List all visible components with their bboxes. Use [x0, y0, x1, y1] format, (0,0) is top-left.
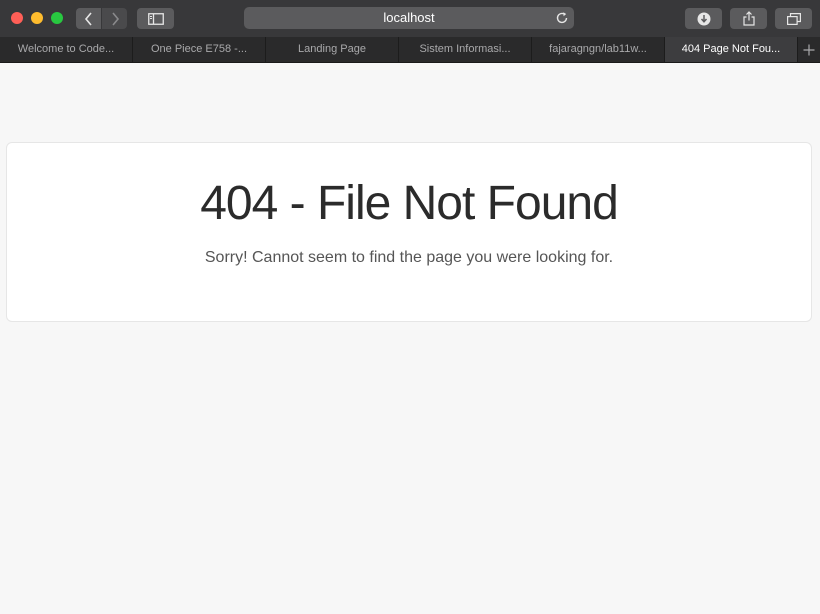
share-icon — [742, 11, 755, 26]
share-button[interactable] — [730, 8, 767, 29]
tab[interactable]: Landing Page — [266, 37, 399, 62]
tabs-icon — [786, 12, 801, 25]
close-window-button[interactable] — [11, 12, 23, 24]
error-card: 404 - File Not Found Sorry! Cannot seem … — [6, 142, 812, 322]
reload-icon[interactable] — [555, 11, 569, 25]
back-button[interactable] — [76, 8, 101, 29]
error-message: Sorry! Cannot seem to find the page you … — [204, 249, 614, 266]
tab-label: One Piece E758 -... — [151, 43, 247, 55]
tab-label: 404 Page Not Fou... — [681, 43, 781, 55]
plus-icon — [803, 44, 815, 55]
chevron-left-icon — [84, 11, 92, 26]
browser-toolbar: localhost — [0, 0, 820, 37]
maximize-window-button[interactable] — [51, 12, 63, 24]
tab[interactable]: One Piece E758 -... — [133, 37, 266, 62]
tab-label: Sistem Informasi... — [419, 43, 511, 55]
chevron-right-icon — [111, 11, 119, 26]
tab-bar: Welcome to Code... One Piece E758 -... L… — [0, 37, 820, 63]
tab-overview-button[interactable] — [775, 8, 812, 29]
tab-label: Welcome to Code... — [17, 43, 115, 55]
new-tab-button[interactable] — [798, 37, 820, 62]
downloads-button[interactable] — [685, 8, 722, 29]
tab[interactable]: Sistem Informasi... — [399, 37, 532, 62]
tab-label: fajaragngn/lab11w... — [549, 43, 647, 55]
forward-button[interactable] — [102, 8, 127, 29]
address-text: localhost — [383, 10, 435, 25]
tab-active[interactable]: 404 Page Not Fou... — [665, 37, 798, 62]
address-bar[interactable]: localhost — [244, 7, 574, 29]
tab[interactable]: Welcome to Code... — [0, 37, 133, 62]
sidebar-icon — [147, 12, 164, 25]
minimize-window-button[interactable] — [31, 12, 43, 24]
tab-label: Landing Page — [298, 43, 366, 55]
tab[interactable]: fajaragngn/lab11w... — [532, 37, 665, 62]
error-title: 404 - File Not Found — [200, 177, 619, 230]
download-icon — [697, 12, 710, 25]
page-content: 404 - File Not Found Sorry! Cannot seem … — [0, 63, 820, 614]
sidebar-toggle-button[interactable] — [137, 8, 174, 29]
